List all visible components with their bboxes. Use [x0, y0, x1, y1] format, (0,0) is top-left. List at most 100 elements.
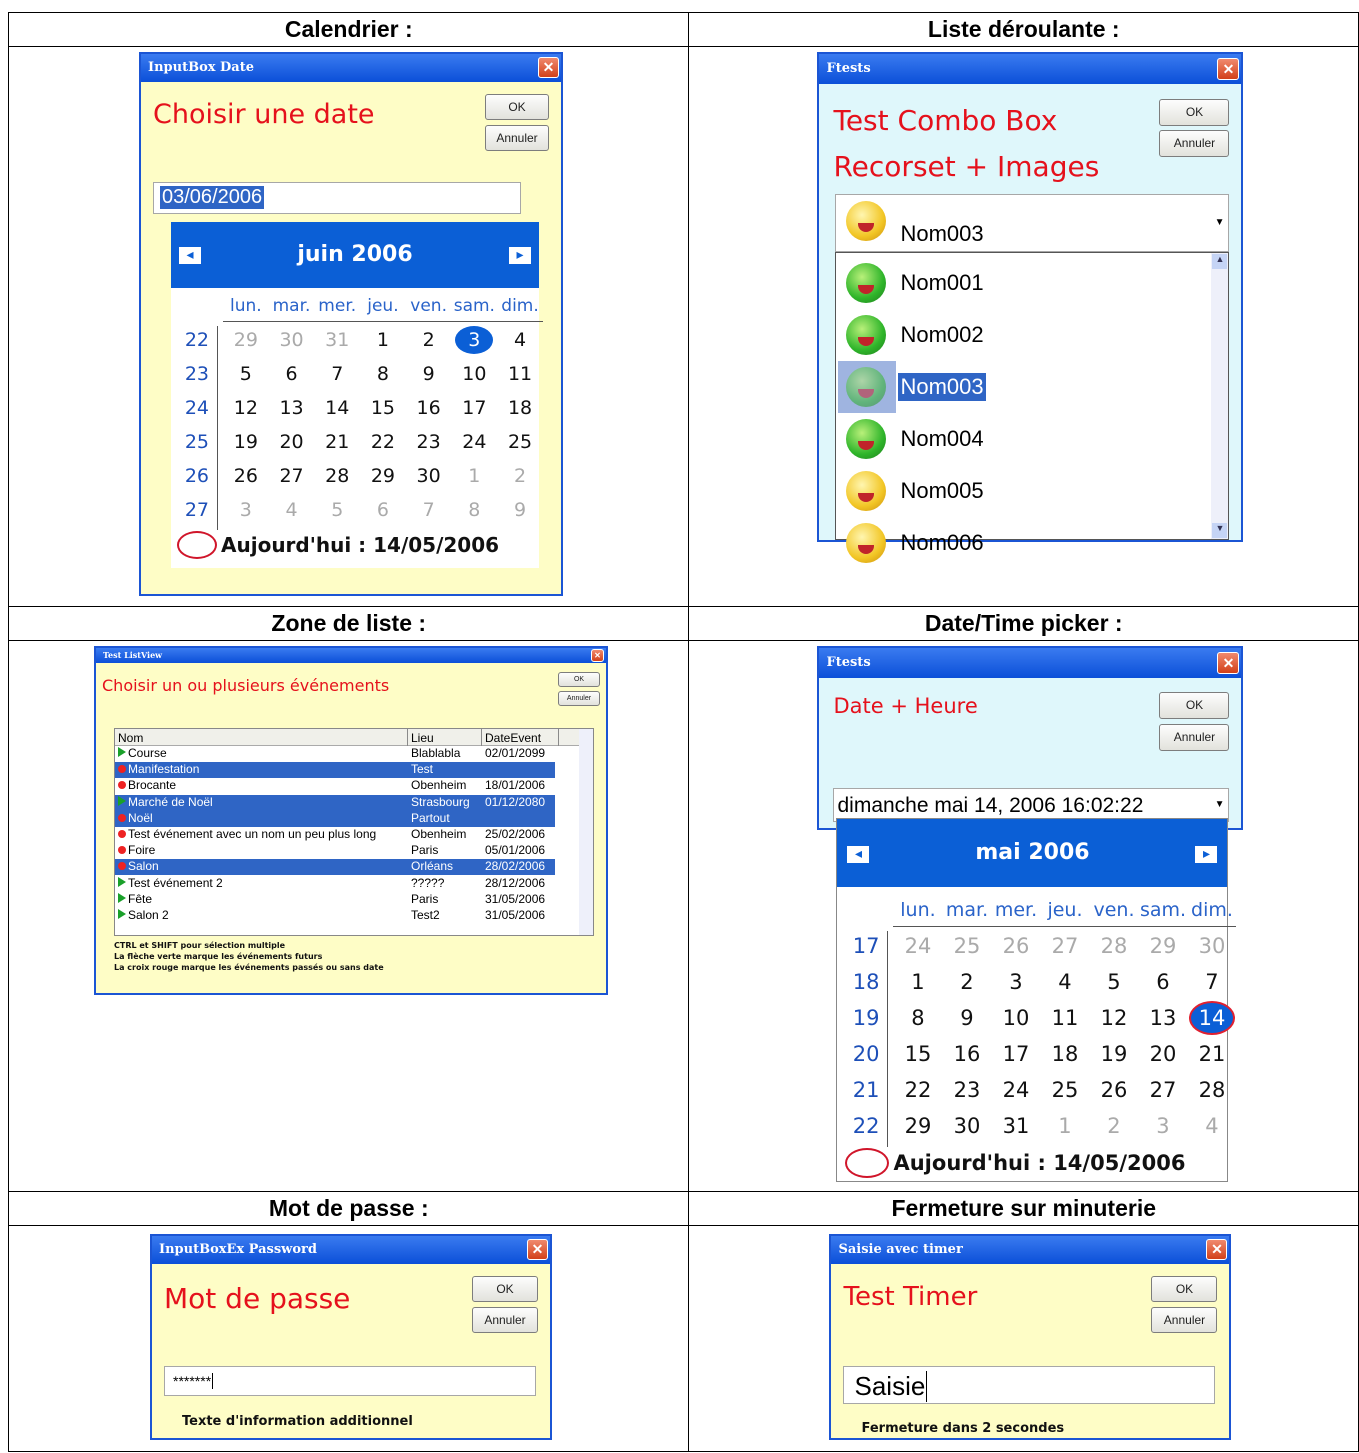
close-icon[interactable]: ✕	[1206, 1239, 1228, 1260]
calendar-day[interactable]: 29	[223, 329, 269, 351]
calendar-day[interactable]: 24	[452, 431, 498, 453]
close-icon[interactable]: ✕	[538, 57, 559, 78]
calendar-day[interactable]: 29	[1138, 934, 1187, 958]
calendar-day[interactable]: 3	[1138, 1114, 1187, 1138]
calendar-day[interactable]: 3	[223, 499, 269, 521]
cancel-button[interactable]: Annuler	[485, 125, 549, 151]
dropdown-arrow-icon[interactable]: ▼	[1215, 217, 1225, 228]
calendar-day[interactable]: 4	[1187, 1114, 1236, 1138]
calendar-day[interactable]: 1	[893, 970, 942, 994]
list-item[interactable]: Nom002	[836, 309, 1206, 361]
calendar-day[interactable]: 14	[1190, 1003, 1233, 1033]
calendar-day[interactable]: 6	[269, 363, 315, 385]
timer-input[interactable]: Saisie	[843, 1366, 1216, 1404]
cancel-button[interactable]: Annuler	[1151, 1307, 1218, 1333]
calendar-day[interactable]: 3	[455, 326, 494, 354]
calendar-day[interactable]: 2	[406, 329, 452, 351]
calendar-day[interactable]: 9	[406, 363, 452, 385]
list-item[interactable]: Nom005	[836, 465, 1206, 517]
calendar-day[interactable]: 3	[991, 970, 1040, 994]
col-nom[interactable]: Nom	[118, 731, 143, 745]
calendar-day[interactable]: 4	[269, 499, 315, 521]
calendar-day[interactable]: 27	[1138, 1078, 1187, 1102]
calendar-day[interactable]: 24	[893, 934, 942, 958]
calendar-day[interactable]: 18	[1040, 1042, 1089, 1066]
close-icon[interactable]: ✕	[527, 1239, 548, 1260]
table-row[interactable]: Brocante Obenheim 18/01/2006	[115, 778, 555, 794]
table-row[interactable]: Test événement avec un nom un peu plus l…	[115, 827, 555, 843]
calendar-day[interactable]: 30	[269, 329, 315, 351]
calendar-day[interactable]: 13	[1138, 1006, 1187, 1030]
calendar-day[interactable]: 27	[1040, 934, 1089, 958]
next-month-icon[interactable]: ▸	[509, 247, 531, 264]
listview-scrollbar[interactable]	[579, 729, 593, 935]
date-input[interactable]: 03/06/2006	[153, 182, 521, 214]
calendar-day[interactable]: 5	[1089, 970, 1138, 994]
calendar-day[interactable]: 16	[406, 397, 452, 419]
close-icon[interactable]: ✕	[591, 649, 604, 662]
calendar-day[interactable]: 24	[991, 1078, 1040, 1102]
calendar-day[interactable]: 7	[1187, 970, 1236, 994]
table-row[interactable]: Salon Orléans 28/02/2006	[115, 859, 555, 876]
calendar-day[interactable]: 5	[314, 499, 360, 521]
calendar-day[interactable]: 27	[269, 465, 315, 487]
calendar-day[interactable]: 30	[406, 465, 452, 487]
calendar-day[interactable]: 15	[360, 397, 406, 419]
calendar-day[interactable]: 1	[360, 329, 406, 351]
calendar-day[interactable]: 14	[314, 397, 360, 419]
prev-month-icon[interactable]: ◂	[847, 846, 870, 863]
today-label[interactable]: Aujourd'hui : 14/05/2006	[221, 533, 499, 557]
calendar-day[interactable]: 21	[314, 431, 360, 453]
calendar-day[interactable]: 2	[1089, 1114, 1138, 1138]
calendar-day[interactable]: 8	[360, 363, 406, 385]
list-item[interactable]: Nom001	[836, 257, 1206, 309]
table-row[interactable]: Noël Partout	[115, 810, 555, 827]
next-month-icon[interactable]: ▸	[1195, 846, 1218, 863]
cancel-button[interactable]: Annuler	[472, 1307, 538, 1333]
calendar-day[interactable]: 25	[1040, 1078, 1089, 1102]
calendar-day[interactable]: 31	[314, 329, 360, 351]
calendar-day[interactable]: 18	[497, 397, 543, 419]
prev-month-icon[interactable]: ◂	[179, 247, 201, 264]
cancel-button[interactable]: Annuler	[1159, 724, 1230, 751]
calendar-day[interactable]: 5	[223, 363, 269, 385]
table-row[interactable]: Manifestation Test	[115, 762, 555, 779]
calendar-day[interactable]: 26	[223, 465, 269, 487]
calendar-day[interactable]: 29	[893, 1114, 942, 1138]
calendar-day[interactable]: 6	[360, 499, 406, 521]
calendar-day[interactable]: 2	[497, 465, 543, 487]
combo-select[interactable]: Nom003 ▼	[835, 194, 1230, 252]
table-row[interactable]: Test événement 2????? 28/12/2006	[115, 876, 555, 892]
calendar-day[interactable]: 11	[497, 363, 543, 385]
table-row[interactable]: Foire Paris 05/01/2006	[115, 843, 555, 859]
calendar-day[interactable]: 28	[314, 465, 360, 487]
scroll-up-icon[interactable]: ▲	[1212, 254, 1228, 269]
col-lieu[interactable]: Lieu	[411, 731, 434, 745]
calendar-day[interactable]: 15	[893, 1042, 942, 1066]
ok-button[interactable]: OK	[1159, 692, 1230, 719]
table-row[interactable]: Course Blablabla 02/01/2099	[115, 746, 555, 762]
list-item[interactable]: Nom003	[836, 361, 1206, 413]
calendar-day[interactable]: 28	[1089, 934, 1138, 958]
calendar-day[interactable]: 11	[1040, 1006, 1089, 1030]
calendar-day[interactable]: 25	[497, 431, 543, 453]
calendar-day[interactable]: 2	[942, 970, 991, 994]
calendar-day[interactable]: 1	[1040, 1114, 1089, 1138]
table-row[interactable]: Salon 2 Test2 31/05/2006	[115, 908, 555, 924]
calendar-day[interactable]: 17	[452, 397, 498, 419]
datetime-input[interactable]: dimanche mai 14, 2006 16:02:22 ▼	[833, 788, 1230, 822]
calendar-day[interactable]: 9	[497, 499, 543, 521]
calendar-day[interactable]: 8	[893, 1006, 942, 1030]
calendar-day[interactable]: 4	[497, 329, 543, 351]
calendar-day[interactable]: 1	[452, 465, 498, 487]
calendar-day[interactable]: 17	[991, 1042, 1040, 1066]
calendar-day[interactable]: 6	[1138, 970, 1187, 994]
calendar-day[interactable]: 20	[269, 431, 315, 453]
calendar-day[interactable]: 12	[1089, 1006, 1138, 1030]
calendar-day[interactable]: 8	[452, 499, 498, 521]
scroll-down-icon[interactable]: ▼	[1212, 523, 1228, 538]
calendar-day[interactable]: 12	[223, 397, 269, 419]
list-item[interactable]: Nom006	[836, 517, 1206, 569]
calendar-day[interactable]: 7	[406, 499, 452, 521]
dropdown-arrow-icon[interactable]: ▼	[1215, 799, 1225, 810]
